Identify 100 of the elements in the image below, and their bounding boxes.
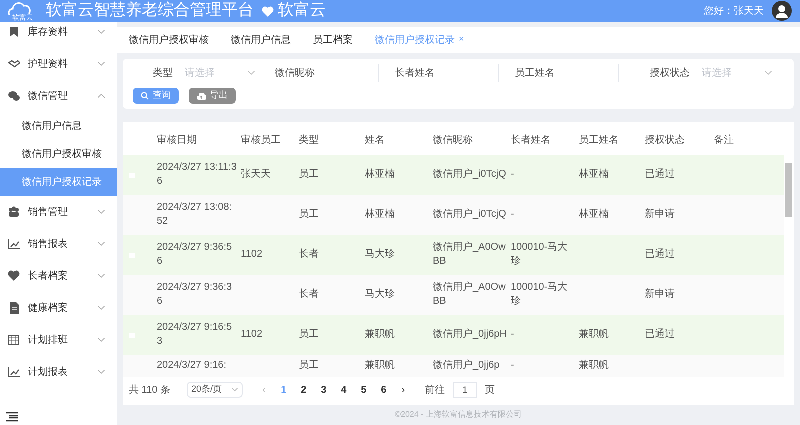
table-cell-text: 马大珍 (365, 288, 396, 302)
table-cell-text: 兼职帆 (365, 359, 396, 373)
table-cell-text: 微信用户_A0OwBB (433, 281, 507, 309)
line-chart-icon (8, 366, 20, 378)
column-header: 审核日期 (157, 134, 198, 148)
sidebar-item[interactable]: 销售管理 (0, 196, 117, 228)
table-cell-text: 微信用户_0jj6p (433, 359, 501, 373)
table-cell-text: 微信用户_A0OwBB (433, 241, 507, 269)
table-cell-text: 微信用户_i0TcjQ (433, 208, 508, 222)
heart-icon (8, 270, 20, 282)
submenu-item[interactable]: 微信用户授权审核 (0, 140, 117, 168)
sidebar-item[interactable]: 计划报表 (0, 356, 117, 388)
heart-icon (262, 6, 274, 16)
table-cell-text: 林亚楠 (365, 208, 396, 222)
column-header: 审核员工 (241, 134, 282, 148)
table-cell-text: 2024/3/27 13:08:52 (157, 201, 234, 229)
user-greeting: 您好：张天天 (704, 4, 764, 18)
table-cell-text: - (511, 168, 516, 182)
table-cell-text: 新申请 (645, 208, 676, 222)
table-cell-text: 已通过 (645, 248, 676, 262)
column-header: 姓名 (365, 134, 386, 148)
column-header: 员工姓名 (579, 134, 620, 148)
field-label: 类型 (152, 66, 173, 80)
table-cell-text: - (511, 328, 516, 342)
table-cell-text: 新申请 (645, 288, 676, 302)
table-cell-text: 长者 (299, 248, 320, 262)
app-title: 软富云智慧养老综合管理平台 (46, 0, 254, 21)
table-cell-text: 员工 (299, 328, 320, 342)
page-unit: 页 (485, 384, 496, 398)
column-header: 微信昵称 (433, 134, 474, 148)
table-cell-text: 100010-马大珍 (511, 281, 569, 309)
table-row[interactable]: 2024/3/27 9:36:36 长者 马大珍 微信用户_A0OwBB 100010-马大珍 新申请 (123, 275, 784, 315)
table-cell-text: 马大珍 (365, 248, 396, 262)
chevron-down-icon (765, 71, 772, 75)
page-number[interactable]: 6 (378, 382, 390, 398)
chat-icon (8, 90, 20, 102)
table-row[interactable]: 2024/3/27 9:16: 员工 兼职帆 微信用户_0jj6p - 兼职帆 (123, 355, 784, 377)
table-cell-text: 林亚楠 (365, 168, 396, 182)
table-cell-text: 微信用户_i0TcjQ (433, 168, 508, 182)
column-header: 授权状态 (645, 134, 686, 148)
scrollbar-thumb[interactable] (785, 163, 792, 217)
menu-collapse-icon (6, 412, 18, 422)
field-label: 授权状态 (649, 66, 690, 80)
table-cell-text: 1102 (241, 328, 264, 342)
table-cell-text: 员工 (299, 208, 320, 222)
submenu-item[interactable]: 微信用户信息 (0, 112, 117, 140)
table-cell-text: 长者 (299, 288, 320, 302)
page-number[interactable]: 2 (298, 382, 310, 398)
page-number[interactable]: 5 (358, 382, 370, 398)
table-cell-text: 林亚楠 (579, 168, 610, 182)
calendar-icon (8, 334, 20, 346)
field-label: 长者姓名 (394, 66, 435, 80)
next-page-button[interactable]: › (398, 382, 410, 398)
page-number[interactable]: 3 (318, 382, 330, 398)
tab[interactable]: 员工档案 (313, 32, 353, 48)
table-cell-text: 兼职帆 (365, 328, 396, 342)
table-cell-text: 已通过 (645, 328, 676, 342)
avatar-icon (772, 1, 792, 21)
table-cell-text: 兼职帆 (579, 328, 610, 342)
table-cell-text: 2024/3/27 13:11:36 (157, 161, 238, 189)
table-cell-text: 员工 (299, 359, 320, 373)
column-header: 类型 (299, 134, 320, 148)
table-cell-text: 1102 (241, 248, 264, 262)
sidebar-item[interactable]: 长者档案 (0, 260, 117, 292)
table-cell-text: 张天天 (241, 168, 272, 182)
table-cell-text: - (511, 359, 516, 373)
goto-label: 前往 (425, 384, 446, 398)
sidebar-item[interactable]: 微信管理 (0, 80, 117, 112)
cloud-upload-icon (197, 92, 206, 100)
table-cell-text: 2024/3/27 9:36:36 (157, 281, 234, 309)
page-size-select[interactable]: 20条/页 (186, 382, 242, 398)
table-cell-text: 100010-马大珍 (511, 241, 569, 269)
field-label: 员工姓名 (514, 66, 555, 80)
table-cell-text: 2024/3/27 9:36:56 (157, 241, 234, 269)
page-number[interactable]: 4 (338, 382, 350, 398)
tab[interactable]: 微信用户授权审核 (129, 32, 209, 48)
search-icon (141, 92, 149, 100)
group-icon (8, 206, 20, 218)
sidebar-item[interactable]: 库存资料 (0, 22, 117, 48)
bookmark-icon (8, 26, 20, 38)
tab[interactable]: 微信用户信息 (231, 32, 291, 48)
table-cell-text: 已通过 (645, 168, 676, 182)
chevron-down-icon (232, 388, 238, 392)
sidebar-item[interactable]: 健康档案 (0, 292, 117, 324)
cloud-icon (8, 0, 34, 14)
table-cell-text: 员工 (299, 168, 320, 182)
page-input[interactable]: 1 (453, 382, 478, 398)
column-header: 备注 (714, 134, 735, 148)
table-cell-text: 兼职帆 (579, 359, 610, 373)
table-cell-text: 林亚楠 (579, 208, 610, 222)
table-cell-text: 2024/3/27 9:16: (157, 359, 228, 373)
sidebar-item[interactable]: 护理资料 (0, 48, 117, 80)
sidebar-item[interactable]: 销售报表 (0, 228, 117, 260)
document-icon (8, 302, 20, 314)
brand-name: 软富云 (278, 0, 326, 21)
field-label: 微信昵称 (274, 66, 315, 80)
table-row[interactable]: 2024/3/27 13:08:52 员工 林亚楠 微信用户_i0TcjQ - 林亚楠 新申请 (123, 195, 784, 235)
chevron-down-icon (248, 71, 255, 75)
table-cell-text: 微信用户_0jj6pH (433, 328, 508, 342)
sidebar-item[interactable]: 计划排班 (0, 324, 117, 356)
